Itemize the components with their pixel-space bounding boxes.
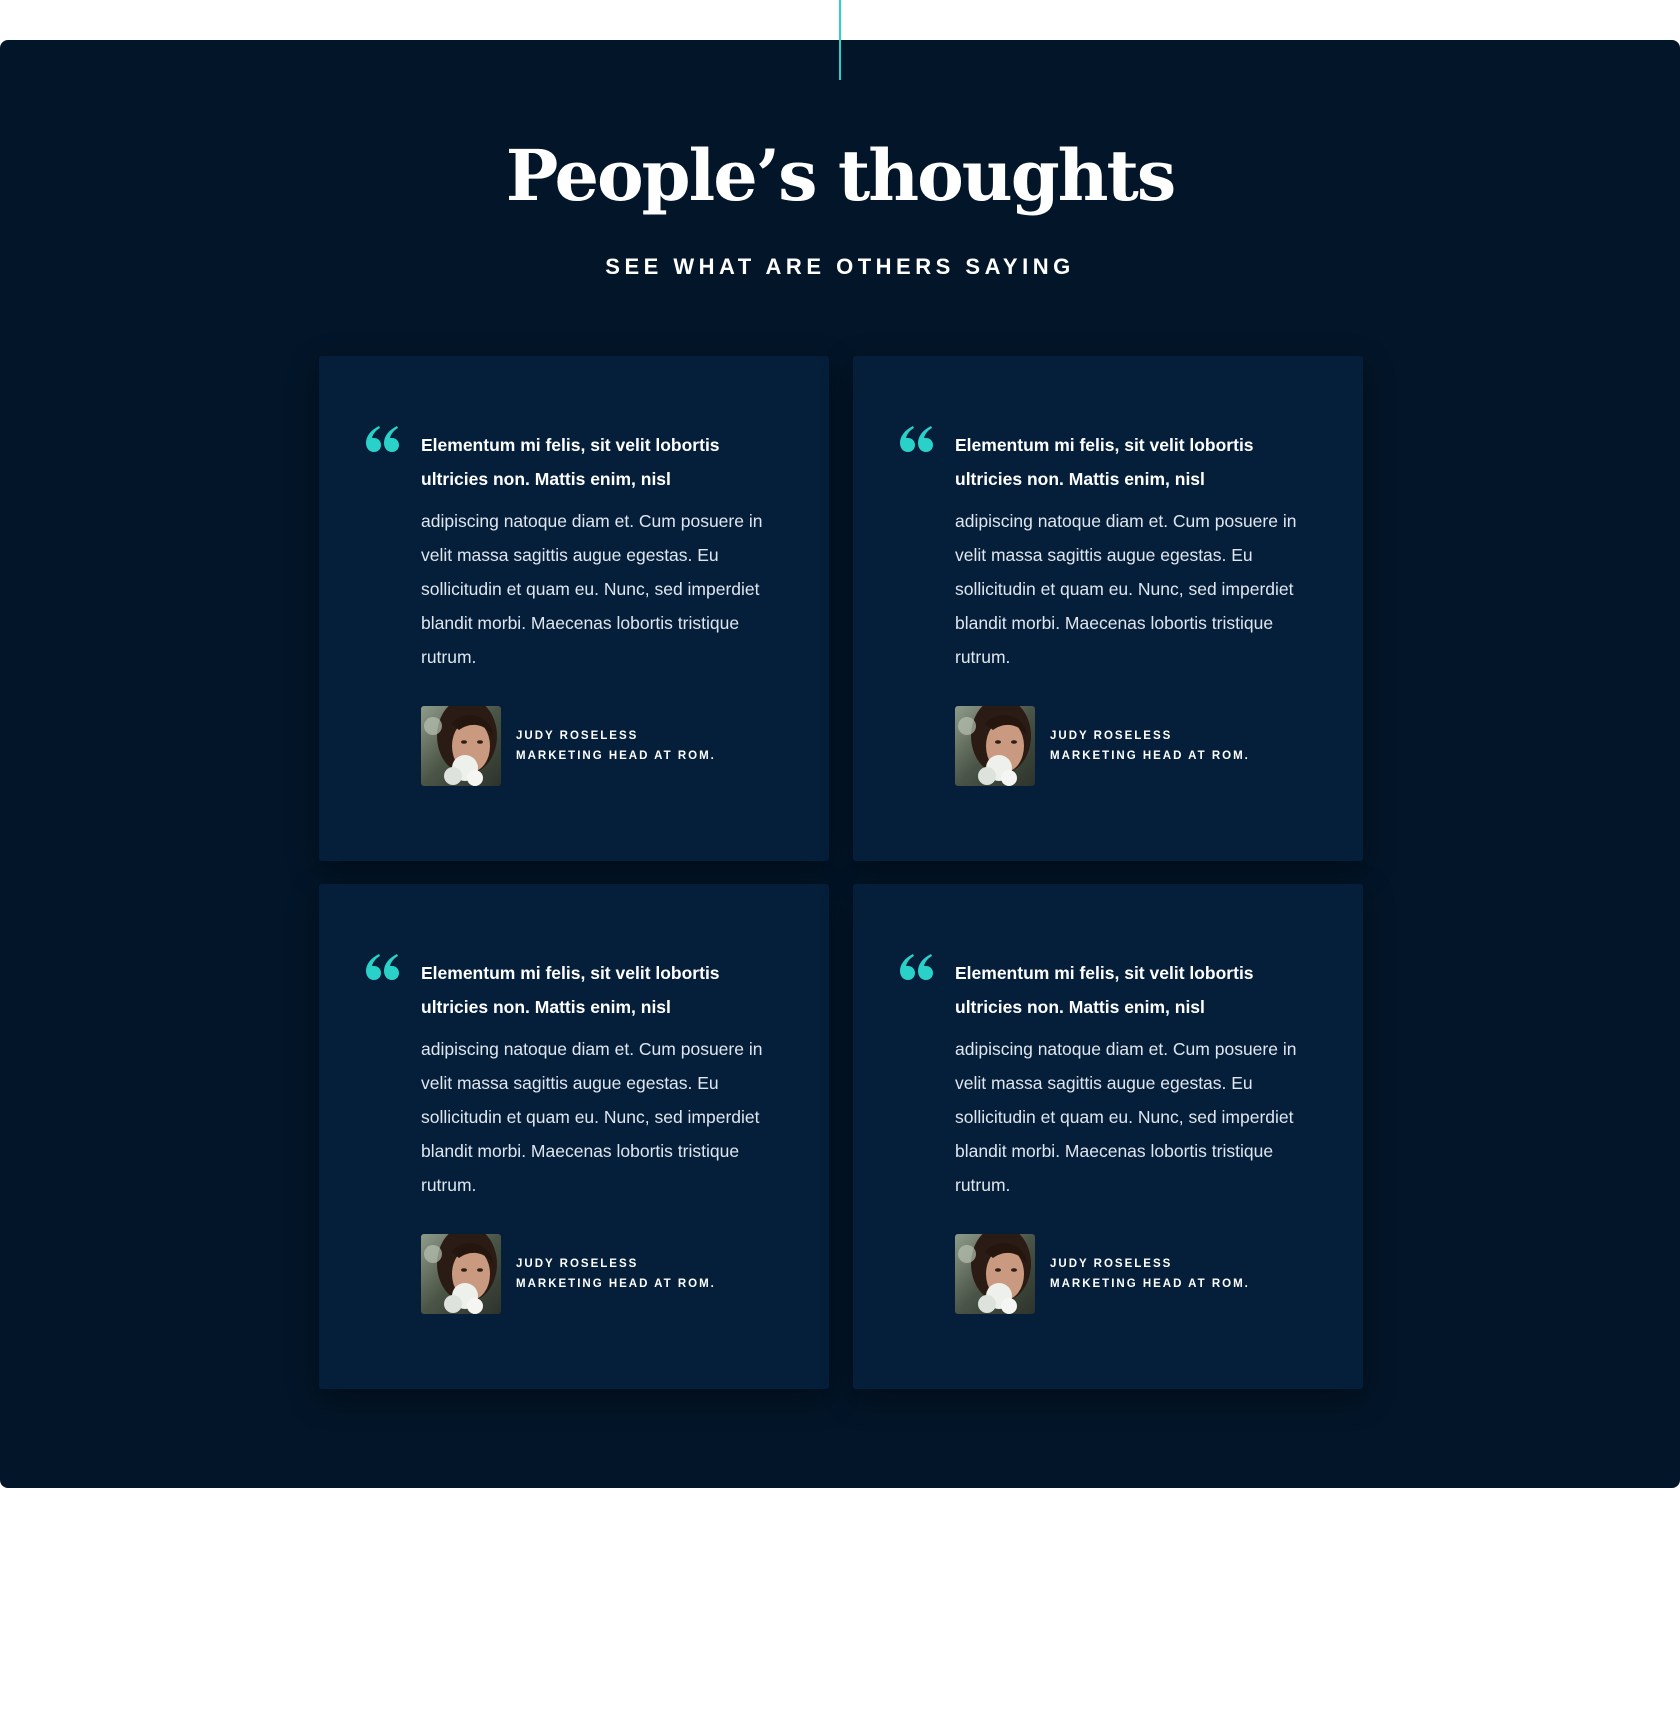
accent-divider-line: [839, 0, 841, 80]
testimonial-author: JUDY ROSELESS MARKETING HEAD AT ROM.: [955, 1234, 1305, 1314]
author-info: JUDY ROSELESS MARKETING HEAD AT ROM.: [1050, 726, 1250, 766]
testimonial-lead: Elementum mi felis, sit velit lobortis u…: [421, 435, 720, 489]
testimonial-content: Elementum mi felis, sit velit lobortis u…: [421, 428, 771, 786]
quote-icon: [900, 954, 933, 980]
testimonial-lead: Elementum mi felis, sit velit lobortis u…: [955, 435, 1254, 489]
testimonial-card: Elementum mi felis, sit velit lobortis u…: [319, 884, 829, 1389]
testimonial-lead: Elementum mi felis, sit velit lobortis u…: [421, 963, 720, 1017]
author-name: JUDY ROSELESS: [1050, 730, 1173, 742]
author-role: MARKETING HEAD AT ROM.: [1050, 1278, 1250, 1290]
testimonial-text: adipiscing natoque diam et. Cum posuere …: [421, 1039, 763, 1195]
testimonial-text: adipiscing natoque diam et. Cum posuere …: [955, 511, 1297, 667]
testimonial-text: adipiscing natoque diam et. Cum posuere …: [421, 511, 763, 667]
author-name: JUDY ROSELESS: [1050, 1258, 1173, 1270]
author-name: JUDY ROSELESS: [516, 730, 639, 742]
avatar: [421, 1234, 501, 1314]
author-name: JUDY ROSELESS: [516, 1258, 639, 1270]
testimonials-section: People’s thoughts SEE WHAT ARE OTHERS SA…: [0, 40, 1680, 1488]
section-title: People’s thoughts: [505, 134, 1177, 217]
testimonial-content: Elementum mi felis, sit velit lobortis u…: [955, 956, 1305, 1314]
author-info: JUDY ROSELESS MARKETING HEAD AT ROM.: [516, 1254, 716, 1294]
testimonial-author: JUDY ROSELESS MARKETING HEAD AT ROM.: [955, 706, 1305, 786]
avatar: [421, 706, 501, 786]
testimonial-card: Elementum mi felis, sit velit lobortis u…: [853, 356, 1363, 861]
quote-icon: [366, 426, 399, 452]
author-role: MARKETING HEAD AT ROM.: [516, 750, 716, 762]
avatar: [955, 1234, 1035, 1314]
author-role: MARKETING HEAD AT ROM.: [1050, 750, 1250, 762]
author-role: MARKETING HEAD AT ROM.: [516, 1278, 716, 1290]
testimonial-text: adipiscing natoque diam et. Cum posuere …: [955, 1039, 1297, 1195]
testimonial-author: JUDY ROSELESS MARKETING HEAD AT ROM.: [421, 706, 771, 786]
testimonial-author: JUDY ROSELESS MARKETING HEAD AT ROM.: [421, 1234, 771, 1314]
section-subtitle: SEE WHAT ARE OTHERS SAYING: [605, 254, 1075, 279]
testimonial-card: Elementum mi felis, sit velit lobortis u…: [853, 884, 1363, 1389]
author-info: JUDY ROSELESS MARKETING HEAD AT ROM.: [516, 726, 716, 766]
testimonial-content: Elementum mi felis, sit velit lobortis u…: [955, 428, 1305, 786]
testimonial-grid: Elementum mi felis, sit velit lobortis u…: [319, 356, 1363, 1389]
quote-icon: [366, 954, 399, 980]
avatar: [955, 706, 1035, 786]
quote-icon: [900, 426, 933, 452]
testimonial-card: Elementum mi felis, sit velit lobortis u…: [319, 356, 829, 861]
testimonial-lead: Elementum mi felis, sit velit lobortis u…: [955, 963, 1254, 1017]
author-info: JUDY ROSELESS MARKETING HEAD AT ROM.: [1050, 1254, 1250, 1294]
testimonial-content: Elementum mi felis, sit velit lobortis u…: [421, 956, 771, 1314]
